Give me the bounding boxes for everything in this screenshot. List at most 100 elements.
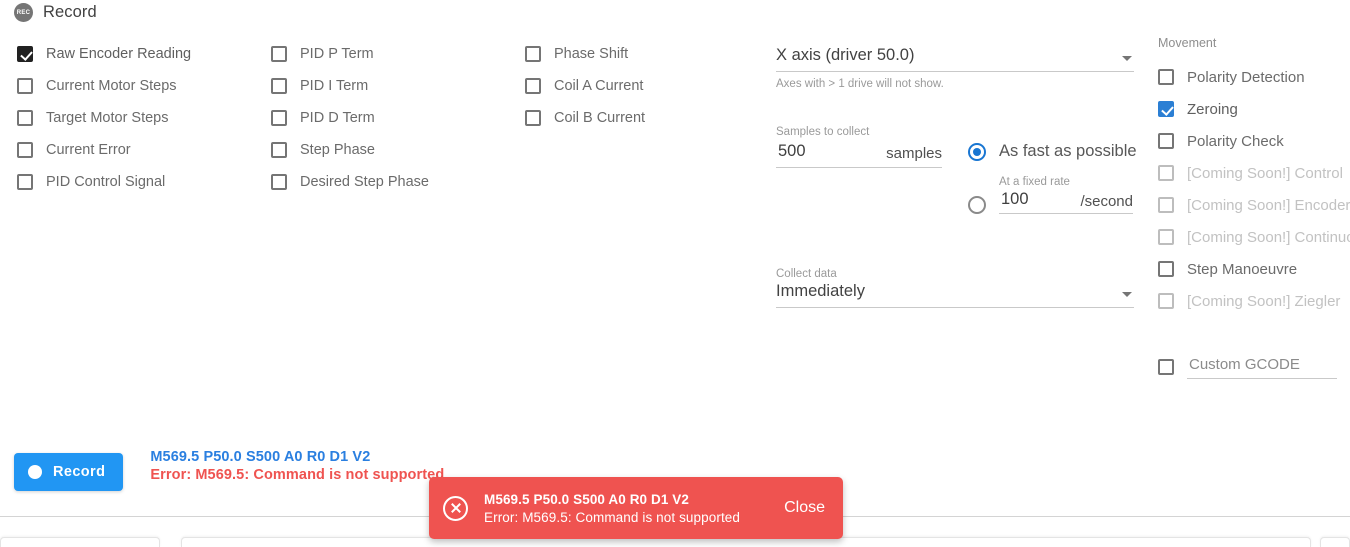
toast-error-text: Error: M569.5: Command is not supported [484, 509, 741, 525]
movement-item-checkbox[interactable] [1158, 133, 1174, 149]
rate-mode-fast-label: As fast as possible [999, 142, 1137, 160]
signal-item-checkbox[interactable] [17, 78, 33, 94]
signal-item-row[interactable]: PID P Term [271, 38, 429, 70]
signal-item-row[interactable]: PID D Term [271, 102, 429, 134]
movement-item-row[interactable]: [Coming Soon!] Continuous [1158, 221, 1350, 253]
signal-item-row[interactable]: Coil A Current [525, 70, 645, 102]
command-log: M569.5 P50.0 S500 A0 R0 D1 V2 Error: M56… [150, 449, 444, 483]
radio-fixed-icon[interactable] [968, 196, 986, 214]
signal-item-row[interactable]: Desired Step Phase [271, 166, 429, 198]
signal-item-label: Step Phase [300, 142, 375, 158]
record-button[interactable]: Record [14, 453, 124, 491]
chevron-down-icon [1122, 292, 1132, 297]
movement-list: Polarity Detection Zeroing Polarity Check [… [1158, 61, 1350, 317]
signal-item-checkbox[interactable] [525, 78, 541, 94]
movement-item-label: [Coming Soon!] Control [1187, 164, 1343, 182]
movement-item-row[interactable]: [Coming Soon!] Encoder [1158, 189, 1350, 221]
signal-column-1: Raw Encoder Reading Current Motor Steps Ta… [17, 38, 191, 198]
movement-item-checkbox[interactable] [1158, 293, 1174, 309]
signal-item-label: Target Motor Steps [46, 110, 169, 126]
fixed-rate-suffix: /second [1080, 193, 1133, 210]
collect-data-group: Collect data Immediately [776, 268, 1134, 308]
movement-item-row[interactable]: Zeroing [1158, 93, 1350, 125]
custom-gcode-checkbox[interactable] [1158, 359, 1174, 375]
signal-item-label: Current Error [46, 142, 131, 158]
axis-select-helper: Axes with > 1 drive will not show. [776, 78, 944, 90]
record-panel: REC Record Raw Encoder Reading Current Mo… [0, 0, 1350, 547]
movement-item-label: [Coming Soon!] Ziegler [1187, 292, 1341, 310]
movement-item-checkbox[interactable] [1158, 229, 1174, 245]
signal-item-label: Coil B Current [554, 110, 646, 126]
movement-panel: Movement Polarity Detection Zeroing Polari… [1158, 36, 1350, 379]
toast-close-button[interactable]: Close [782, 495, 827, 521]
movement-item-label: Polarity Check [1187, 132, 1284, 150]
axis-select[interactable]: X axis (driver 50.0) [776, 46, 1134, 72]
movement-item-checkbox[interactable] [1158, 165, 1174, 181]
collect-data-label: Collect data [776, 268, 837, 280]
signal-item-checkbox[interactable] [17, 174, 33, 190]
signal-item-row[interactable]: Phase Shift [525, 38, 645, 70]
signal-item-checkbox[interactable] [17, 110, 33, 126]
page-title: Record [43, 3, 97, 21]
signal-item-checkbox[interactable] [271, 46, 287, 62]
signal-item-row[interactable]: Step Phase [271, 134, 429, 166]
signal-item-label: Raw Encoder Reading [46, 46, 192, 62]
movement-item-label: Step Manoeuvre [1187, 260, 1298, 278]
fixed-rate-input[interactable] [999, 189, 1059, 210]
bottom-card-left[interactable] [0, 537, 160, 547]
signal-item-checkbox[interactable] [271, 174, 287, 190]
signal-item-row[interactable]: Current Motor Steps [17, 70, 191, 102]
signal-item-row[interactable]: PID Control Signal [17, 166, 191, 198]
signal-item-checkbox[interactable] [17, 142, 33, 158]
signal-item-row[interactable]: PID I Term [271, 70, 429, 102]
record-icon: REC [14, 3, 33, 22]
signal-item-label: PID P Term [300, 46, 374, 62]
custom-gcode-input[interactable] [1187, 355, 1337, 379]
collect-data-select[interactable]: Immediately [776, 282, 1134, 308]
rate-mode-fixed-label: At a fixed rate [999, 176, 1070, 188]
movement-item-checkbox[interactable] [1158, 69, 1174, 85]
error-circle-x-icon [443, 495, 468, 521]
samples-field-group: Samples to collect samples [776, 126, 942, 168]
signal-item-row[interactable]: Coil B Current [525, 102, 645, 134]
movement-title: Movement [1158, 36, 1217, 50]
toast-command-text: M569.5 P50.0 S500 A0 R0 D1 V2 [484, 491, 690, 507]
movement-item-checkbox[interactable] [1158, 197, 1174, 213]
movement-item-row[interactable]: Polarity Check [1158, 125, 1350, 157]
signal-item-checkbox[interactable] [525, 110, 541, 126]
radio-fast-icon[interactable] [968, 142, 986, 161]
samples-input[interactable] [776, 141, 866, 162]
record-header: REC Record [14, 3, 97, 22]
samples-label: Samples to collect [776, 126, 870, 138]
movement-item-row[interactable]: Step Manoeuvre [1158, 253, 1350, 285]
rate-mode-fixed-option: At a fixed rate /second [968, 176, 1133, 214]
signal-item-label: PID I Term [300, 78, 369, 94]
movement-item-label: [Coming Soon!] Encoder [1187, 196, 1350, 214]
signal-item-label: PID Control Signal [46, 174, 166, 190]
signal-item-checkbox[interactable] [271, 142, 287, 158]
signal-item-row[interactable]: Target Motor Steps [17, 102, 191, 134]
movement-item-row[interactable]: [Coming Soon!] Control [1158, 157, 1350, 189]
command-sent-text: M569.5 P50.0 S500 A0 R0 D1 V2 [150, 449, 371, 465]
error-toast: M569.5 P50.0 S500 A0 R0 D1 V2 Error: M56… [429, 477, 843, 539]
movement-item-checkbox[interactable] [1158, 101, 1174, 117]
movement-item-row[interactable]: Polarity Detection [1158, 61, 1350, 93]
movement-item-row[interactable]: [Coming Soon!] Ziegler [1158, 285, 1350, 317]
chevron-down-icon [1122, 56, 1132, 61]
rate-mode-fast-option[interactable]: As fast as possible [968, 142, 1137, 161]
signal-item-label: PID D Term [300, 110, 375, 126]
signal-column-3: Phase Shift Coil A Current Coil B Current [525, 38, 645, 134]
signal-item-row[interactable]: Raw Encoder Reading [17, 38, 191, 70]
record-dot-icon [28, 465, 42, 479]
signal-item-checkbox[interactable] [271, 110, 287, 126]
bottom-card-right[interactable] [1320, 537, 1350, 547]
signal-item-checkbox[interactable] [271, 78, 287, 94]
signal-item-checkbox[interactable] [525, 46, 541, 62]
movement-item-checkbox[interactable] [1158, 261, 1174, 277]
movement-item-label: [Coming Soon!] Continuous [1187, 228, 1350, 246]
signal-item-row[interactable]: Current Error [17, 134, 191, 166]
collect-data-value: Immediately [776, 282, 865, 300]
signal-column-2: PID P Term PID I Term PID D Term Step Phase… [271, 38, 429, 198]
command-error-text: Error: M569.5: Command is not supported [150, 467, 445, 483]
signal-item-checkbox[interactable] [17, 46, 33, 62]
